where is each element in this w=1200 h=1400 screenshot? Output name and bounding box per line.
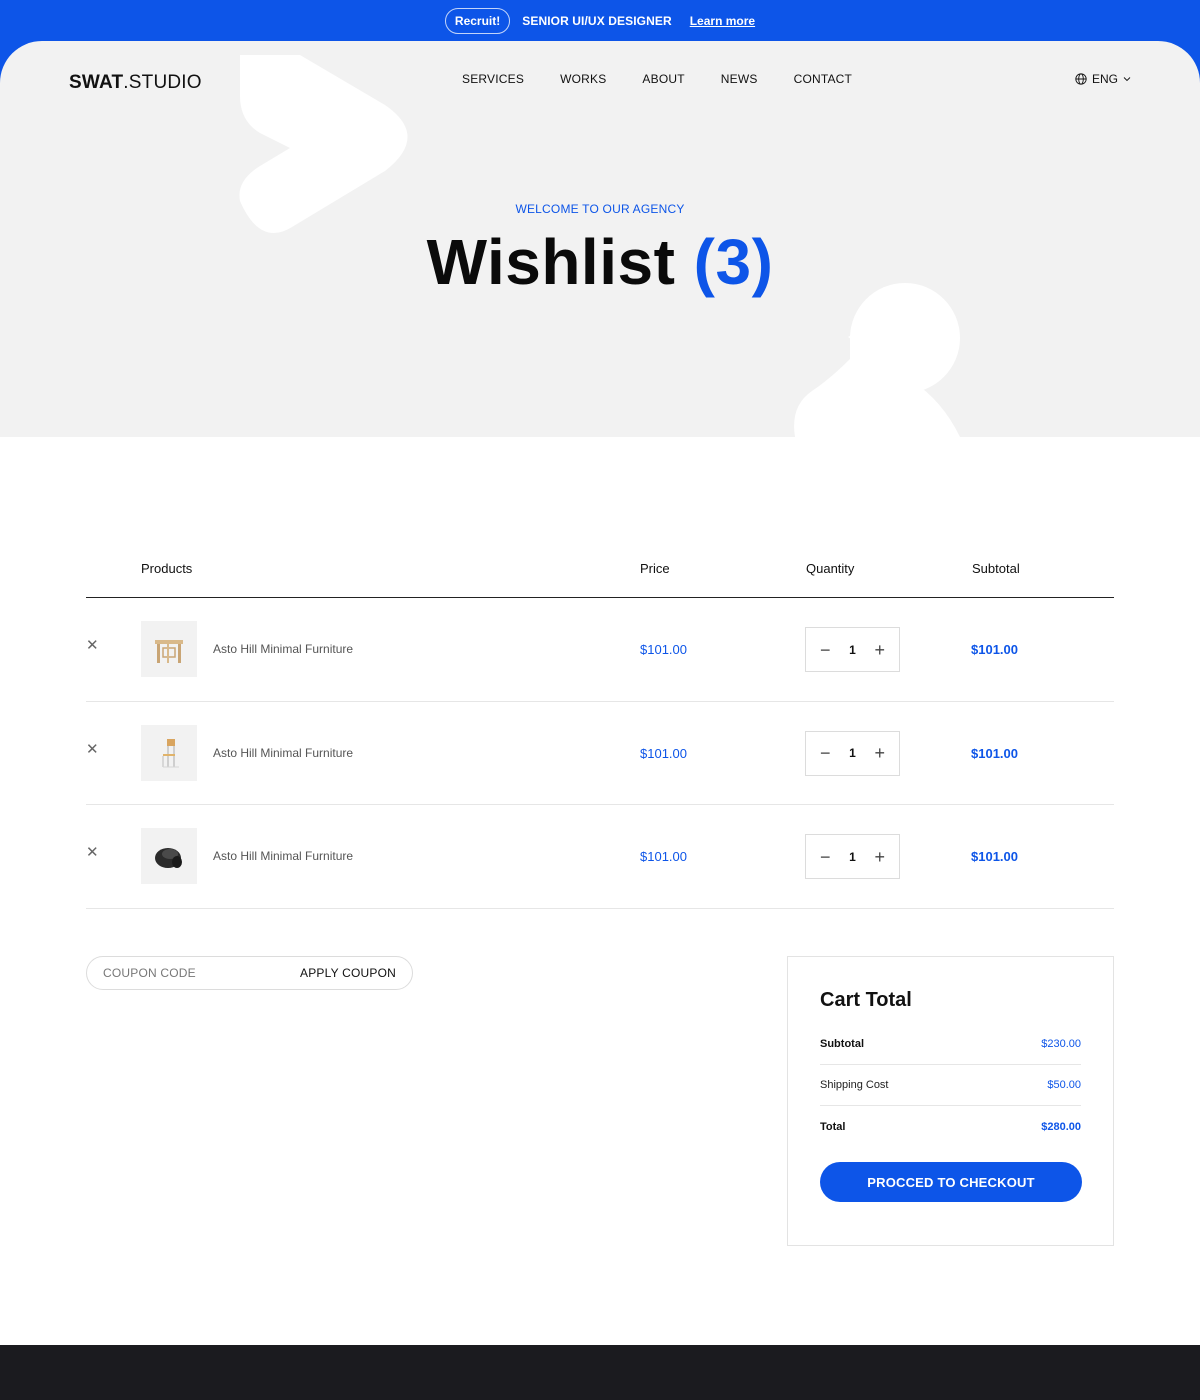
nav-item-news[interactable]: NEWS xyxy=(721,72,758,86)
minus-icon[interactable]: − xyxy=(820,848,831,866)
coupon-code-input[interactable] xyxy=(103,966,283,980)
footer xyxy=(0,1345,1200,1400)
quantity-stepper: − 1 + xyxy=(805,834,900,879)
cart-subtotal-line: Subtotal $230.00 xyxy=(820,1024,1081,1065)
product-name[interactable]: Asto Hill Minimal Furniture xyxy=(213,746,353,760)
announcement-content: Recruit! SENIOR UI/UX DESIGNER Learn mor… xyxy=(0,8,1200,34)
cart-total-line: Total $280.00 xyxy=(820,1106,1081,1147)
cart-total-panel: Cart Total Subtotal $230.00 Shipping Cos… xyxy=(787,956,1114,1246)
plus-icon[interactable]: + xyxy=(874,848,885,866)
cart-total-label: Total xyxy=(820,1120,846,1133)
table-row: ✕ Asto Hill Minimal Furniture $101.00 − … xyxy=(86,805,1114,909)
chevron-down-icon xyxy=(1123,76,1131,82)
product-name[interactable]: Asto Hill Minimal Furniture xyxy=(213,849,353,863)
cart-shipping-line: Shipping Cost $50.00 xyxy=(820,1065,1081,1106)
nav-item-works[interactable]: WORKS xyxy=(560,72,606,86)
row-subtotal: $101.00 xyxy=(971,642,1018,657)
wishlist-table: Products Price Quantity Subtotal ✕ Asto … xyxy=(86,550,1114,909)
nav-item-contact[interactable]: CONTACT xyxy=(794,72,853,86)
column-header-quantity: Quantity xyxy=(806,561,855,576)
cart-subtotal-label: Subtotal xyxy=(820,1038,864,1050)
globe-icon xyxy=(1075,73,1087,85)
table-furniture-image xyxy=(155,640,183,663)
cart-total-value: $280.00 xyxy=(1041,1120,1081,1133)
product-name[interactable]: Asto Hill Minimal Furniture xyxy=(213,642,353,656)
minus-icon[interactable]: − xyxy=(820,641,831,659)
quantity-value[interactable]: 1 xyxy=(849,643,856,657)
remove-icon[interactable]: ✕ xyxy=(86,740,99,758)
cart-shipping-value: $50.00 xyxy=(1047,1079,1081,1091)
product-thumbnail[interactable] xyxy=(141,724,197,781)
quantity-value[interactable]: 1 xyxy=(849,746,856,760)
main-nav: SERVICES WORKS ABOUT NEWS CONTACT xyxy=(462,72,852,86)
coupon-form: APPLY COUPON xyxy=(86,956,413,990)
nav-item-about[interactable]: ABOUT xyxy=(642,72,684,86)
logo[interactable]: SWAT.STUDIO xyxy=(69,72,202,94)
minus-icon[interactable]: − xyxy=(820,744,831,762)
product-price: $101.00 xyxy=(640,849,687,864)
table-row: ✕ Asto Hill Minimal Furniture $101.00 − … xyxy=(86,702,1114,805)
column-header-products: Products xyxy=(141,561,193,576)
product-price: $101.00 xyxy=(640,745,687,761)
remove-icon[interactable]: ✕ xyxy=(86,636,99,654)
logo-rest: .STUDIO xyxy=(123,72,202,93)
product-thumbnail[interactable] xyxy=(141,828,197,884)
row-subtotal: $101.00 xyxy=(971,849,1018,864)
logo-bold: SWAT xyxy=(69,72,124,93)
apply-coupon-button[interactable]: APPLY COUPON xyxy=(300,966,396,980)
recruit-badge: Recruit! xyxy=(444,8,511,34)
cart-subtotal-value: $230.00 xyxy=(1041,1038,1081,1050)
round-pouf-image xyxy=(155,848,182,868)
remove-icon[interactable]: ✕ xyxy=(86,843,99,861)
column-header-price: Price xyxy=(640,561,670,576)
cart-total-title: Cart Total xyxy=(820,989,912,1011)
recruit-role: SENIOR UI/UX DESIGNER xyxy=(522,14,672,28)
quantity-value[interactable]: 1 xyxy=(849,850,856,864)
table-row: ✕ Asto Hill Minimal Furniture $101.00 − … xyxy=(86,598,1114,702)
cart-shipping-label: Shipping Cost xyxy=(820,1079,889,1091)
checkout-button[interactable]: PROCCED TO CHECKOUT xyxy=(820,1162,1082,1202)
page-title: Wishlist (3) xyxy=(0,225,1200,299)
learn-more-link[interactable]: Learn more xyxy=(690,14,755,28)
chair-image xyxy=(162,738,179,767)
language-label: ENG xyxy=(1091,72,1118,86)
row-subtotal: $101.00 xyxy=(971,745,1018,761)
nav-item-services[interactable]: SERVICES xyxy=(462,72,524,86)
product-thumbnail[interactable] xyxy=(141,621,197,677)
quantity-stepper: − 1 + xyxy=(805,730,900,776)
table-header: Products Price Quantity Subtotal xyxy=(86,550,1114,598)
page-title-text: Wishlist xyxy=(426,226,676,298)
language-selector[interactable]: ENG xyxy=(1075,72,1131,86)
product-price: $101.00 xyxy=(640,642,687,657)
wishlist-count: (3) xyxy=(693,226,774,298)
column-header-subtotal: Subtotal xyxy=(972,561,1020,576)
hero-eyebrow: WELCOME TO OUR AGENCY xyxy=(515,202,685,216)
hero-section: SWAT.STUDIO SERVICES WORKS ABOUT NEWS CO… xyxy=(0,41,1200,437)
plus-icon[interactable]: + xyxy=(874,744,885,762)
quantity-stepper: − 1 + xyxy=(805,627,900,672)
plus-icon[interactable]: + xyxy=(874,641,885,659)
